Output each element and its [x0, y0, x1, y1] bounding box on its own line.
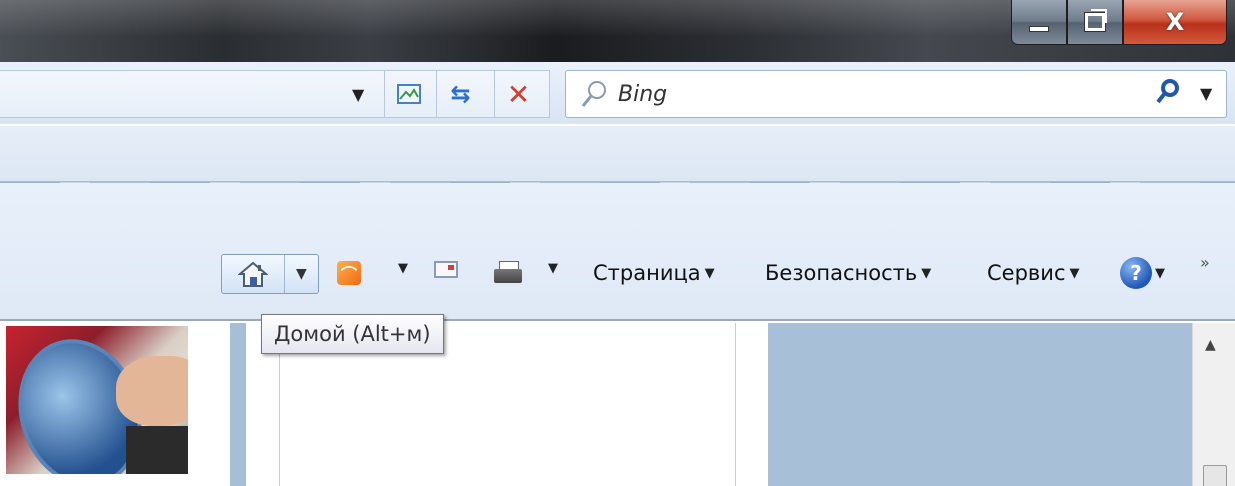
read-mail-button[interactable]: [434, 261, 458, 278]
restore-button[interactable]: [1067, 0, 1123, 45]
chevron-down-icon: ▼: [398, 261, 408, 276]
printer-icon: [494, 261, 522, 285]
page-menu[interactable]: Страница ▼: [593, 261, 715, 285]
compatibility-view-icon: [396, 84, 421, 104]
window-title-bar: X: [0, 0, 1235, 62]
print-button[interactable]: [494, 261, 522, 285]
window-controls: X: [1011, 0, 1227, 45]
favorites-bar: [0, 126, 1235, 182]
close-button[interactable]: X: [1123, 0, 1227, 45]
search-icon[interactable]: [1154, 77, 1182, 107]
feeds-dropdown-button[interactable]: ▼: [398, 261, 408, 276]
command-bar: ▼ ⌒ ▼ ▼ Страница ▼ Безопасность ▼ Сервис…: [0, 183, 1235, 321]
tools-menu[interactable]: Сервис ▼: [987, 261, 1079, 285]
home-button[interactable]: [222, 255, 285, 293]
vertical-scrollbar[interactable]: ▲: [1192, 323, 1235, 486]
page-photo: [6, 326, 188, 474]
feeds-button[interactable]: ⌒: [337, 261, 361, 285]
photo-shirt: [126, 426, 188, 474]
scroll-up-icon[interactable]: ▲: [1205, 337, 1216, 353]
chevron-down-icon: ▼: [921, 265, 932, 281]
restore-icon: [1084, 9, 1107, 32]
help-menu[interactable]: ? ▼: [1120, 257, 1165, 289]
page-left-column: [230, 323, 246, 486]
refresh-button[interactable]: ⇆: [436, 70, 484, 118]
search-provider-icon: [581, 81, 606, 107]
stop-icon: ✕: [506, 77, 531, 111]
chevron-down-icon: ▼: [1069, 265, 1080, 281]
compatibility-view-button[interactable]: [384, 70, 432, 118]
chevron-down-icon: ▼: [295, 266, 307, 282]
page-content: ▲: [0, 323, 1235, 486]
search-box[interactable]: ▼: [565, 70, 1227, 118]
chevron-down-icon: ▼: [1155, 265, 1165, 281]
home-icon: [237, 261, 268, 287]
print-dropdown-button[interactable]: ▼: [548, 261, 558, 276]
help-icon: ?: [1120, 257, 1152, 289]
search-options-dropdown-icon[interactable]: ▼: [1200, 84, 1212, 103]
scroll-thumb[interactable]: [1203, 465, 1227, 486]
address-bar: ▼ ⇆ ✕ ▼: [0, 62, 1235, 188]
address-history-dropdown-icon[interactable]: ▼: [352, 85, 364, 104]
page-menu-label: Страница: [593, 261, 701, 285]
safety-menu-label: Безопасность: [765, 261, 918, 285]
search-input[interactable]: [618, 79, 1158, 109]
read-mail-icon: [434, 261, 458, 278]
home-dropdown-button[interactable]: ▼: [285, 255, 318, 293]
toolbar-overflow-chevron-icon[interactable]: »: [1200, 253, 1210, 272]
home-tooltip: Домой (Alt+м): [261, 314, 444, 354]
refresh-icon: ⇆: [450, 80, 471, 108]
home-split-button[interactable]: ▼: [221, 254, 319, 294]
rss-feed-icon: ⌒: [337, 261, 361, 285]
tools-menu-label: Сервис: [987, 261, 1066, 285]
photo-hand: [116, 356, 188, 426]
close-icon: X: [1165, 8, 1185, 36]
safety-menu[interactable]: Безопасность ▼: [765, 261, 931, 285]
stop-button[interactable]: ✕: [494, 70, 542, 118]
chevron-down-icon: ▼: [548, 261, 558, 276]
page-right-panel: [768, 323, 1192, 486]
minimize-button[interactable]: [1011, 0, 1067, 45]
minimize-icon: [1029, 26, 1049, 32]
chevron-down-icon: ▼: [704, 265, 715, 281]
